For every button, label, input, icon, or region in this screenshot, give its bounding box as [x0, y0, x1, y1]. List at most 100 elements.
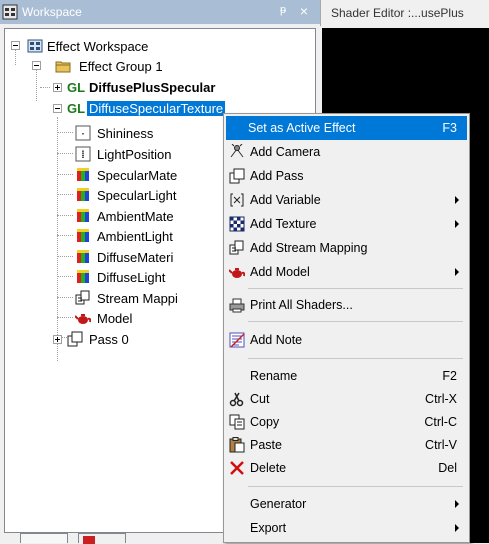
color-variable-icon — [77, 229, 89, 242]
pane-tab[interactable] — [78, 533, 126, 544]
color-variable-icon — [77, 188, 89, 201]
tree-node-variable[interactable]: · Shininess — [5, 123, 225, 143]
tree-node-variable[interactable]: AmbientLight — [5, 226, 225, 246]
menu-item-copy[interactable]: Copy Ctrl-C — [226, 410, 467, 434]
tree-label: Shininess — [97, 126, 154, 141]
workspace-title: Workspace — [22, 5, 82, 19]
tree-label: AmbientLight — [97, 229, 173, 244]
menu-item-paste[interactable]: Paste Ctrl-V — [226, 433, 467, 457]
pass-icon — [229, 168, 245, 184]
tree-node-variable[interactable]: ⁞ LightPosition — [5, 144, 225, 164]
tree-label: Effect Workspace — [47, 39, 149, 54]
menu-item-shortcut: Del — [438, 461, 457, 475]
submenu-arrow-icon — [455, 500, 459, 508]
close-icon[interactable]: × — [297, 3, 311, 19]
menu-item-cut[interactable]: Cut Ctrl-X — [226, 387, 467, 411]
menu-item-delete[interactable]: Delete Del — [226, 456, 467, 480]
tree-node-variable[interactable]: SpecularMate — [5, 165, 225, 185]
pane-tab[interactable] — [20, 533, 68, 543]
tree-label: Effect Group 1 — [79, 59, 163, 74]
menu-item-label: Add Stream Mapping — [250, 241, 368, 255]
collapse-toggle[interactable] — [11, 41, 20, 50]
expand-toggle[interactable] — [53, 83, 62, 92]
collapse-toggle[interactable] — [53, 104, 62, 113]
vector-variable-icon: ⁞ — [75, 146, 91, 162]
menu-item-shortcut: Ctrl-C — [424, 415, 457, 429]
svg-text:·: · — [80, 129, 86, 140]
variable-icon — [230, 193, 244, 207]
menu-item-label: Delete — [250, 461, 287, 475]
tree-node-variable[interactable]: AmbientMate — [5, 206, 225, 226]
menu-item-shortcut: Ctrl-V — [425, 438, 457, 452]
tree-node-effect-group[interactable]: Effect Group 1 — [5, 56, 205, 76]
workspace-title-bar[interactable]: Workspace ᵽ × — [0, 0, 320, 24]
expand-toggle[interactable] — [53, 335, 62, 344]
tree-node-pass[interactable]: Pass 0 — [5, 329, 225, 349]
submenu-arrow-icon — [455, 220, 459, 228]
tree-node-variable[interactable]: DiffuseLight — [5, 267, 225, 287]
submenu-arrow-icon — [455, 196, 459, 204]
tree-label: Model — [97, 311, 133, 326]
menu-item-set-active-effect[interactable]: Set as Active Effect F3 — [226, 116, 467, 140]
menu-item-export[interactable]: Export — [226, 516, 467, 540]
menu-item-add-texture[interactable]: Add Texture — [226, 212, 467, 236]
collapse-toggle[interactable] — [32, 61, 41, 70]
menu-item-generator[interactable]: Generator — [226, 492, 467, 516]
tree-label: DiffuseLight — [97, 270, 166, 285]
menu-item-label: Add Camera — [250, 145, 321, 159]
menu-item-label: Add Variable — [250, 193, 321, 207]
pass-icon — [67, 331, 83, 347]
menu-item-label: Add Model — [250, 265, 310, 279]
stream-mapping-icon — [229, 240, 244, 255]
texture-icon — [229, 216, 245, 232]
menu-item-label: Add Texture — [250, 217, 317, 231]
submenu-arrow-icon — [455, 524, 459, 532]
printer-icon — [229, 298, 245, 313]
tree-node-effect[interactable]: GL DiffusePlusSpecular — [5, 77, 245, 97]
menu-item-shortcut: Ctrl-X — [425, 392, 457, 406]
tree-node-variable[interactable]: SpecularLight — [5, 185, 225, 205]
menu-item-label: Copy — [250, 415, 280, 429]
pin-icon[interactable]: ᵽ — [276, 4, 290, 20]
menu-item-add-stream-mapping[interactable]: Add Stream Mapping — [226, 236, 467, 260]
tree-node-variable[interactable]: DiffuseMateri — [5, 247, 225, 267]
menu-separator — [248, 321, 463, 322]
svg-text:⁞: ⁞ — [80, 150, 86, 161]
teapot-icon — [229, 268, 245, 278]
tree-node-model[interactable]: Model — [5, 308, 225, 328]
tree-label: LightPosition — [97, 147, 172, 162]
tree-label: DiffuseMateri — [97, 250, 174, 265]
workspace-icon — [27, 39, 43, 53]
menu-item-label: Export — [250, 521, 287, 535]
menu-item-shortcut: F2 — [442, 369, 457, 383]
menu-item-label: Set as Active Effect — [248, 121, 356, 135]
menu-separator — [248, 358, 463, 359]
gl-badge: GL — [67, 101, 86, 116]
menu-item-add-camera[interactable]: Add Camera — [226, 140, 467, 164]
menu-item-add-pass[interactable]: Add Pass — [226, 164, 467, 188]
workspace-icon — [2, 4, 18, 20]
note-icon — [229, 332, 245, 348]
tree-label: DiffusePlusSpecular — [89, 80, 216, 95]
tree-label: DiffuseSpecularTexture — [87, 101, 226, 116]
menu-separator — [248, 486, 463, 487]
tree-node-stream-mapping[interactable]: Stream Mappi — [5, 288, 225, 308]
menu-item-label: Rename — [250, 369, 298, 383]
menu-item-print-all-shaders[interactable]: Print All Shaders... — [226, 293, 467, 317]
float-variable-icon: · — [75, 125, 91, 141]
menu-item-label: Generator — [250, 497, 307, 511]
menu-item-add-note[interactable]: Add Note — [226, 328, 467, 352]
color-variable-icon — [77, 168, 89, 181]
menu-item-label: Print All Shaders... — [250, 298, 353, 312]
menu-item-label: Add Pass — [250, 169, 304, 183]
menu-item-label: Cut — [250, 392, 270, 406]
tree-label: Pass 0 — [89, 332, 129, 347]
menu-item-rename[interactable]: Rename F2 — [226, 364, 467, 388]
shader-editor-tab[interactable]: Shader Editor :...usePlus — [320, 0, 489, 26]
context-menu: Set as Active Effect F3 Add Camera Add P… — [223, 113, 470, 543]
menu-item-add-model[interactable]: Add Model — [226, 260, 467, 284]
menu-item-add-variable[interactable]: Add Variable — [226, 188, 467, 212]
paste-icon — [229, 437, 245, 453]
tree-node-effect-workspace[interactable]: Effect Workspace — [5, 36, 205, 56]
color-variable-icon — [77, 250, 89, 263]
